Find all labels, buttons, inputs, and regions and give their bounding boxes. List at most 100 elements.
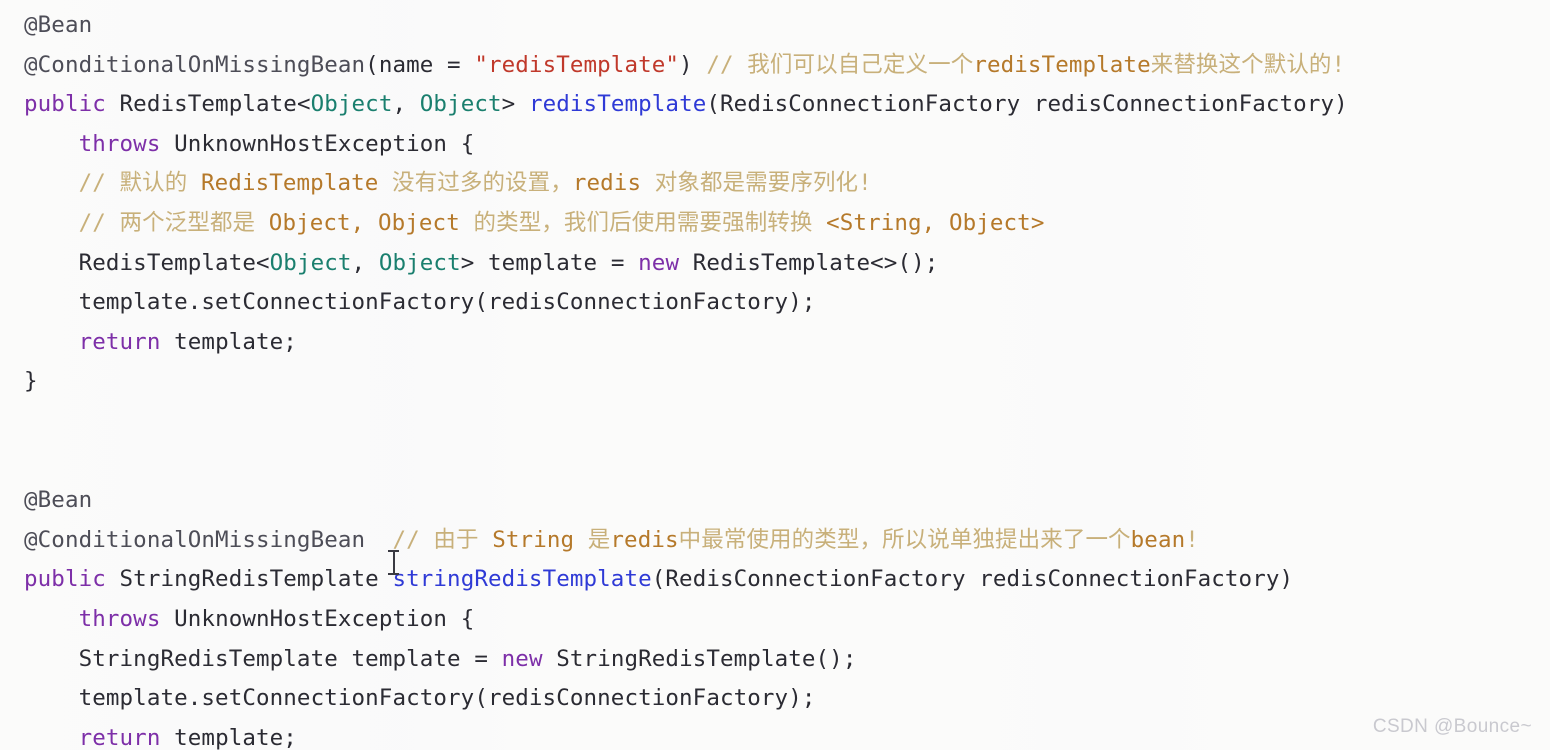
code-token-fn: redisTemplate <box>528 91 707 118</box>
code-token-gen: Object <box>269 249 352 276</box>
code-token-cm-cjk: 是 <box>574 526 611 553</box>
code-token-kw: return <box>78 328 175 355</box>
code-token-ann: @ConditionalOnMissingBean <box>24 526 366 553</box>
code-token-plain: template; <box>174 328 297 355</box>
code-token-type: RedisTemplate <box>78 249 256 276</box>
code-token-pun: > <box>460 249 489 276</box>
code-token-str: "redisTemplate" <box>474 51 680 78</box>
code-token-cm-cjk: 的类型，我们后使用需要强制转换 <box>459 209 827 236</box>
code-token-plain: RedisConnectionFactory redisConnectionFa… <box>720 91 1335 118</box>
code-token-cm-cjk: 由于 <box>433 526 493 553</box>
code-token-plain: name <box>378 51 448 78</box>
code-token-pun: (); <box>815 645 857 672</box>
code-token-plain: RedisConnectionFactory redisConnectionFa… <box>665 566 1280 593</box>
code-token-cm-cjk: 中最常使用的类型，所以说单独提出来了一个 <box>678 526 1131 553</box>
code-token-plain: UnknownHostException <box>174 605 461 632</box>
code-token-cm-e: redis <box>572 170 642 197</box>
code-token-cm-e: RedisTemplate <box>201 170 379 197</box>
code-line: template.setConnectionFactory(redisConne… <box>0 283 1550 323</box>
code-line: @Bean <box>0 481 1550 521</box>
code-line: @ConditionalOnMissingBean // 由于 String 是… <box>0 521 1550 561</box>
code-token-cm: // <box>78 170 120 197</box>
code-token-type: RedisTemplate <box>692 249 871 276</box>
code-token-plain: template <box>351 645 475 672</box>
code-token-pun: < <box>256 249 270 276</box>
code-token-type: StringRedisTemplate <box>556 645 816 672</box>
code-token-cm-e: String <box>492 526 575 553</box>
code-token-type: StringRedisTemplate <box>78 645 352 672</box>
code-token-type: StringRedisTemplate <box>119 566 393 593</box>
code-token-plain: template <box>488 249 611 276</box>
code-token-kw: new <box>638 249 693 276</box>
code-token-plain: template; <box>174 724 297 750</box>
code-token-ann: @Bean <box>24 487 93 514</box>
code-line: throws UnknownHostException { <box>0 600 1550 640</box>
code-token-gen: Object <box>419 91 502 118</box>
code-token-kw: public <box>24 91 120 118</box>
code-token-op: = <box>610 249 639 276</box>
code-token-cm-cjk: 没有过多的设置， <box>378 170 573 197</box>
code-token-kw: new <box>501 645 557 672</box>
code-token-pun: <>(); <box>870 249 939 276</box>
code-token-op: = <box>447 51 475 78</box>
code-token-ann: @Bean <box>24 12 93 38</box>
code-token-kw: return <box>78 724 175 750</box>
code-line: // 两个泛型都是 Object, Object 的类型，我们后使用需要强制转换… <box>0 204 1550 244</box>
code-block[interactable]: @Bean @ConditionalOnMissingBean(name = "r… <box>0 0 1550 750</box>
code-token-pun: < <box>296 91 311 118</box>
code-token-cm-e: <String, Object> <box>826 209 1045 236</box>
code-line: public RedisTemplate<Object, Object> red… <box>0 85 1550 125</box>
code-token-cm-cjk: ! <box>1185 526 1199 553</box>
code-line: return template; <box>0 323 1550 363</box>
code-line: @Bean <box>0 6 1550 46</box>
code-token-pun: { <box>460 605 475 632</box>
code-token-cm-e: redisTemplate <box>973 51 1151 78</box>
code-token-cm-cjk: 默认的 <box>119 170 201 197</box>
code-line: // 默认的 RedisTemplate 没有过多的设置，redis 对象都是需… <box>0 164 1550 204</box>
code-token-cm-cjk: 对象都是需要序列化! <box>641 170 872 197</box>
code-token-cm: // <box>392 526 434 553</box>
code-line: @ConditionalOnMissingBean(name = "redisT… <box>0 46 1550 86</box>
code-token-pun: ) <box>1334 91 1348 118</box>
code-token-pun: ( <box>365 51 379 78</box>
code-line: public StringRedisTemplate stringRedisTe… <box>0 560 1550 600</box>
code-token-pun: ) <box>679 51 707 78</box>
code-token-ann: @ConditionalOnMissingBean <box>24 51 366 78</box>
code-token-cm: // <box>706 51 748 78</box>
code-token-pun: ( <box>706 91 721 118</box>
code-token-type: RedisTemplate <box>119 91 297 118</box>
code-token-cm-e: Object, Object <box>268 209 460 236</box>
code-token-pun: , <box>351 249 379 276</box>
code-line: return template; <box>0 719 1550 750</box>
code-line: template.setConnectionFactory(redisConne… <box>0 679 1550 719</box>
code-token-plain: template.setConnectionFactory(redisConne… <box>78 685 816 712</box>
csdn-watermark: CSDN @Bounce~ <box>1372 716 1532 737</box>
code-token-pun: } <box>24 368 38 395</box>
code-token-pun: > <box>501 91 529 118</box>
code-line: RedisTemplate<Object, Object> template =… <box>0 244 1550 284</box>
code-token-gen: Object <box>378 249 461 276</box>
code-token-gen: Object <box>310 91 393 118</box>
code-token-op: = <box>474 645 502 672</box>
code-token-cm-e: redis <box>610 526 679 553</box>
code-token-cm-cjk: 来替换这个默认的! <box>1150 51 1346 78</box>
code-line: throws UnknownHostException { <box>0 125 1550 165</box>
code-token-kw: throws <box>78 130 175 157</box>
code-line: StringRedisTemplate template = new Strin… <box>0 640 1550 680</box>
code-line: } <box>0 362 1550 402</box>
code-token-pun: ) <box>1279 566 1294 593</box>
code-token-cm: // <box>78 209 120 236</box>
code-screenshot: @Bean @ConditionalOnMissingBean(name = "r… <box>0 0 1550 750</box>
code-token-fn: stringRedisTemplate <box>392 566 652 593</box>
